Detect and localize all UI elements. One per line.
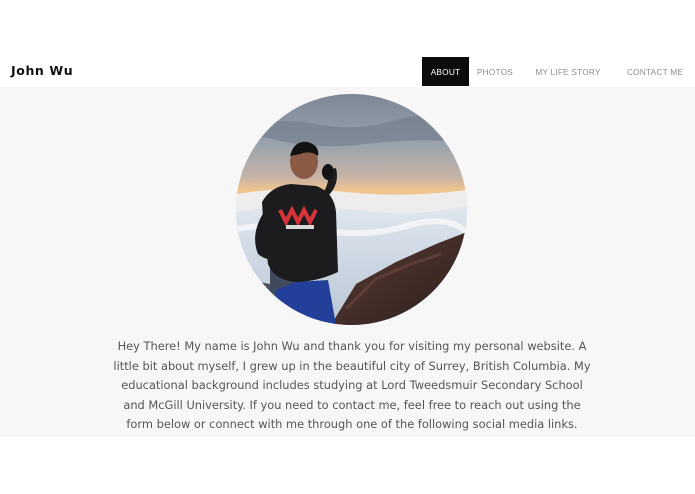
nav-my-life-story[interactable]: MY LIFE STORY (521, 57, 615, 86)
nav-photos[interactable]: PHOTOS (469, 57, 521, 86)
about-bio: Hey There! My name is John Wu and thank … (113, 339, 591, 432)
profile-photo (236, 94, 467, 325)
site-brand[interactable]: John Wu (11, 63, 73, 78)
about-section: Hey There! My name is John Wu and thank … (0, 87, 695, 437)
nav-about[interactable]: ABOUT (422, 57, 469, 86)
main-nav: ABOUT PHOTOS MY LIFE STORY CONTACT ME (422, 57, 695, 86)
nav-contact-me[interactable]: CONTACT ME (615, 57, 695, 86)
site-header: John Wu ABOUT PHOTOS MY LIFE STORY CONTA… (0, 55, 695, 87)
